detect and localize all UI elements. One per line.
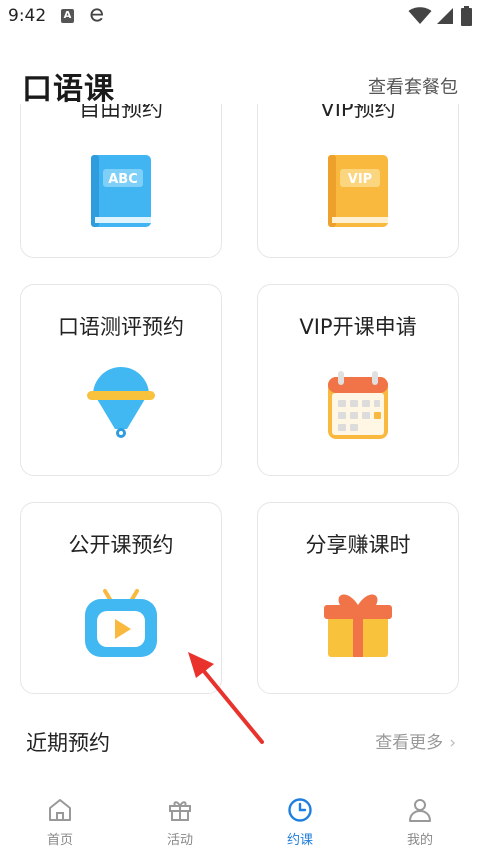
card-oral-evaluation[interactable]: 口语测评预约 — [20, 284, 222, 476]
card-label: VIP预约 — [320, 104, 396, 121]
tab-activity[interactable]: 活动 — [120, 785, 240, 853]
card-vip-class-application[interactable]: VIP开课申请 — [257, 284, 459, 476]
page-title: 口语课 — [22, 72, 115, 107]
tab-booking[interactable]: 约课 — [240, 785, 360, 853]
gift-icon — [324, 594, 392, 657]
card-label: 自由预约 — [79, 104, 163, 121]
card-label: 分享赚课时 — [305, 533, 411, 557]
svg-text:ABC: ABC — [108, 172, 138, 187]
abc-book-icon: ABC — [91, 155, 151, 227]
battery-icon — [461, 6, 472, 26]
tab-label: 约课 — [286, 833, 313, 848]
tv-play-icon — [85, 589, 157, 657]
clock-icon — [288, 798, 312, 822]
recent-bookings-title: 近期预约 — [26, 731, 110, 755]
annotation-arrow — [188, 652, 264, 744]
view-more-label: 查看更多 — [375, 733, 444, 753]
home-icon — [49, 799, 71, 821]
wifi-icon — [408, 7, 432, 25]
user-icon — [409, 799, 431, 822]
card-share-earn-hours[interactable]: 分享赚课时 — [257, 502, 459, 694]
tab-home[interactable]: 首页 — [0, 785, 120, 853]
gift-tab-icon — [169, 801, 191, 821]
notification-a-icon: A — [61, 9, 74, 23]
view-more-link[interactable]: 查看更多 › — [375, 728, 456, 753]
status-time: 9:42 — [8, 6, 47, 26]
card-label: VIP开课申请 — [299, 315, 417, 339]
chevron-right-icon: › — [449, 733, 456, 753]
status-bar: 9:42 A — [0, 0, 480, 34]
card-label: 口语测评预约 — [58, 315, 184, 339]
signal-icon — [437, 8, 453, 24]
browser-e-icon — [90, 8, 104, 22]
evaluation-icon — [87, 367, 155, 438]
bottom-tab-bar: 首页 活动 约课 我的 — [0, 785, 480, 853]
tab-label: 活动 — [166, 833, 193, 848]
card-free-booking[interactable]: 自由预约 ABC — [20, 104, 222, 258]
tab-label: 我的 — [406, 833, 433, 848]
view-packages-link[interactable]: 查看套餐包 — [368, 73, 458, 99]
card-vip-booking[interactable]: VIP预约 VIP — [257, 104, 459, 258]
vip-book-icon: VIP — [328, 155, 388, 227]
tab-mine[interactable]: 我的 — [360, 785, 480, 853]
card-label: 公开课预约 — [68, 533, 174, 557]
calendar-icon — [328, 371, 388, 439]
course-grid: 自由预约 ABC VIP预约 VIP 口语测评预约 VIP开课申请 公开课预约 … — [0, 104, 480, 714]
svg-text:VIP: VIP — [348, 172, 372, 187]
tab-label: 首页 — [46, 833, 73, 848]
